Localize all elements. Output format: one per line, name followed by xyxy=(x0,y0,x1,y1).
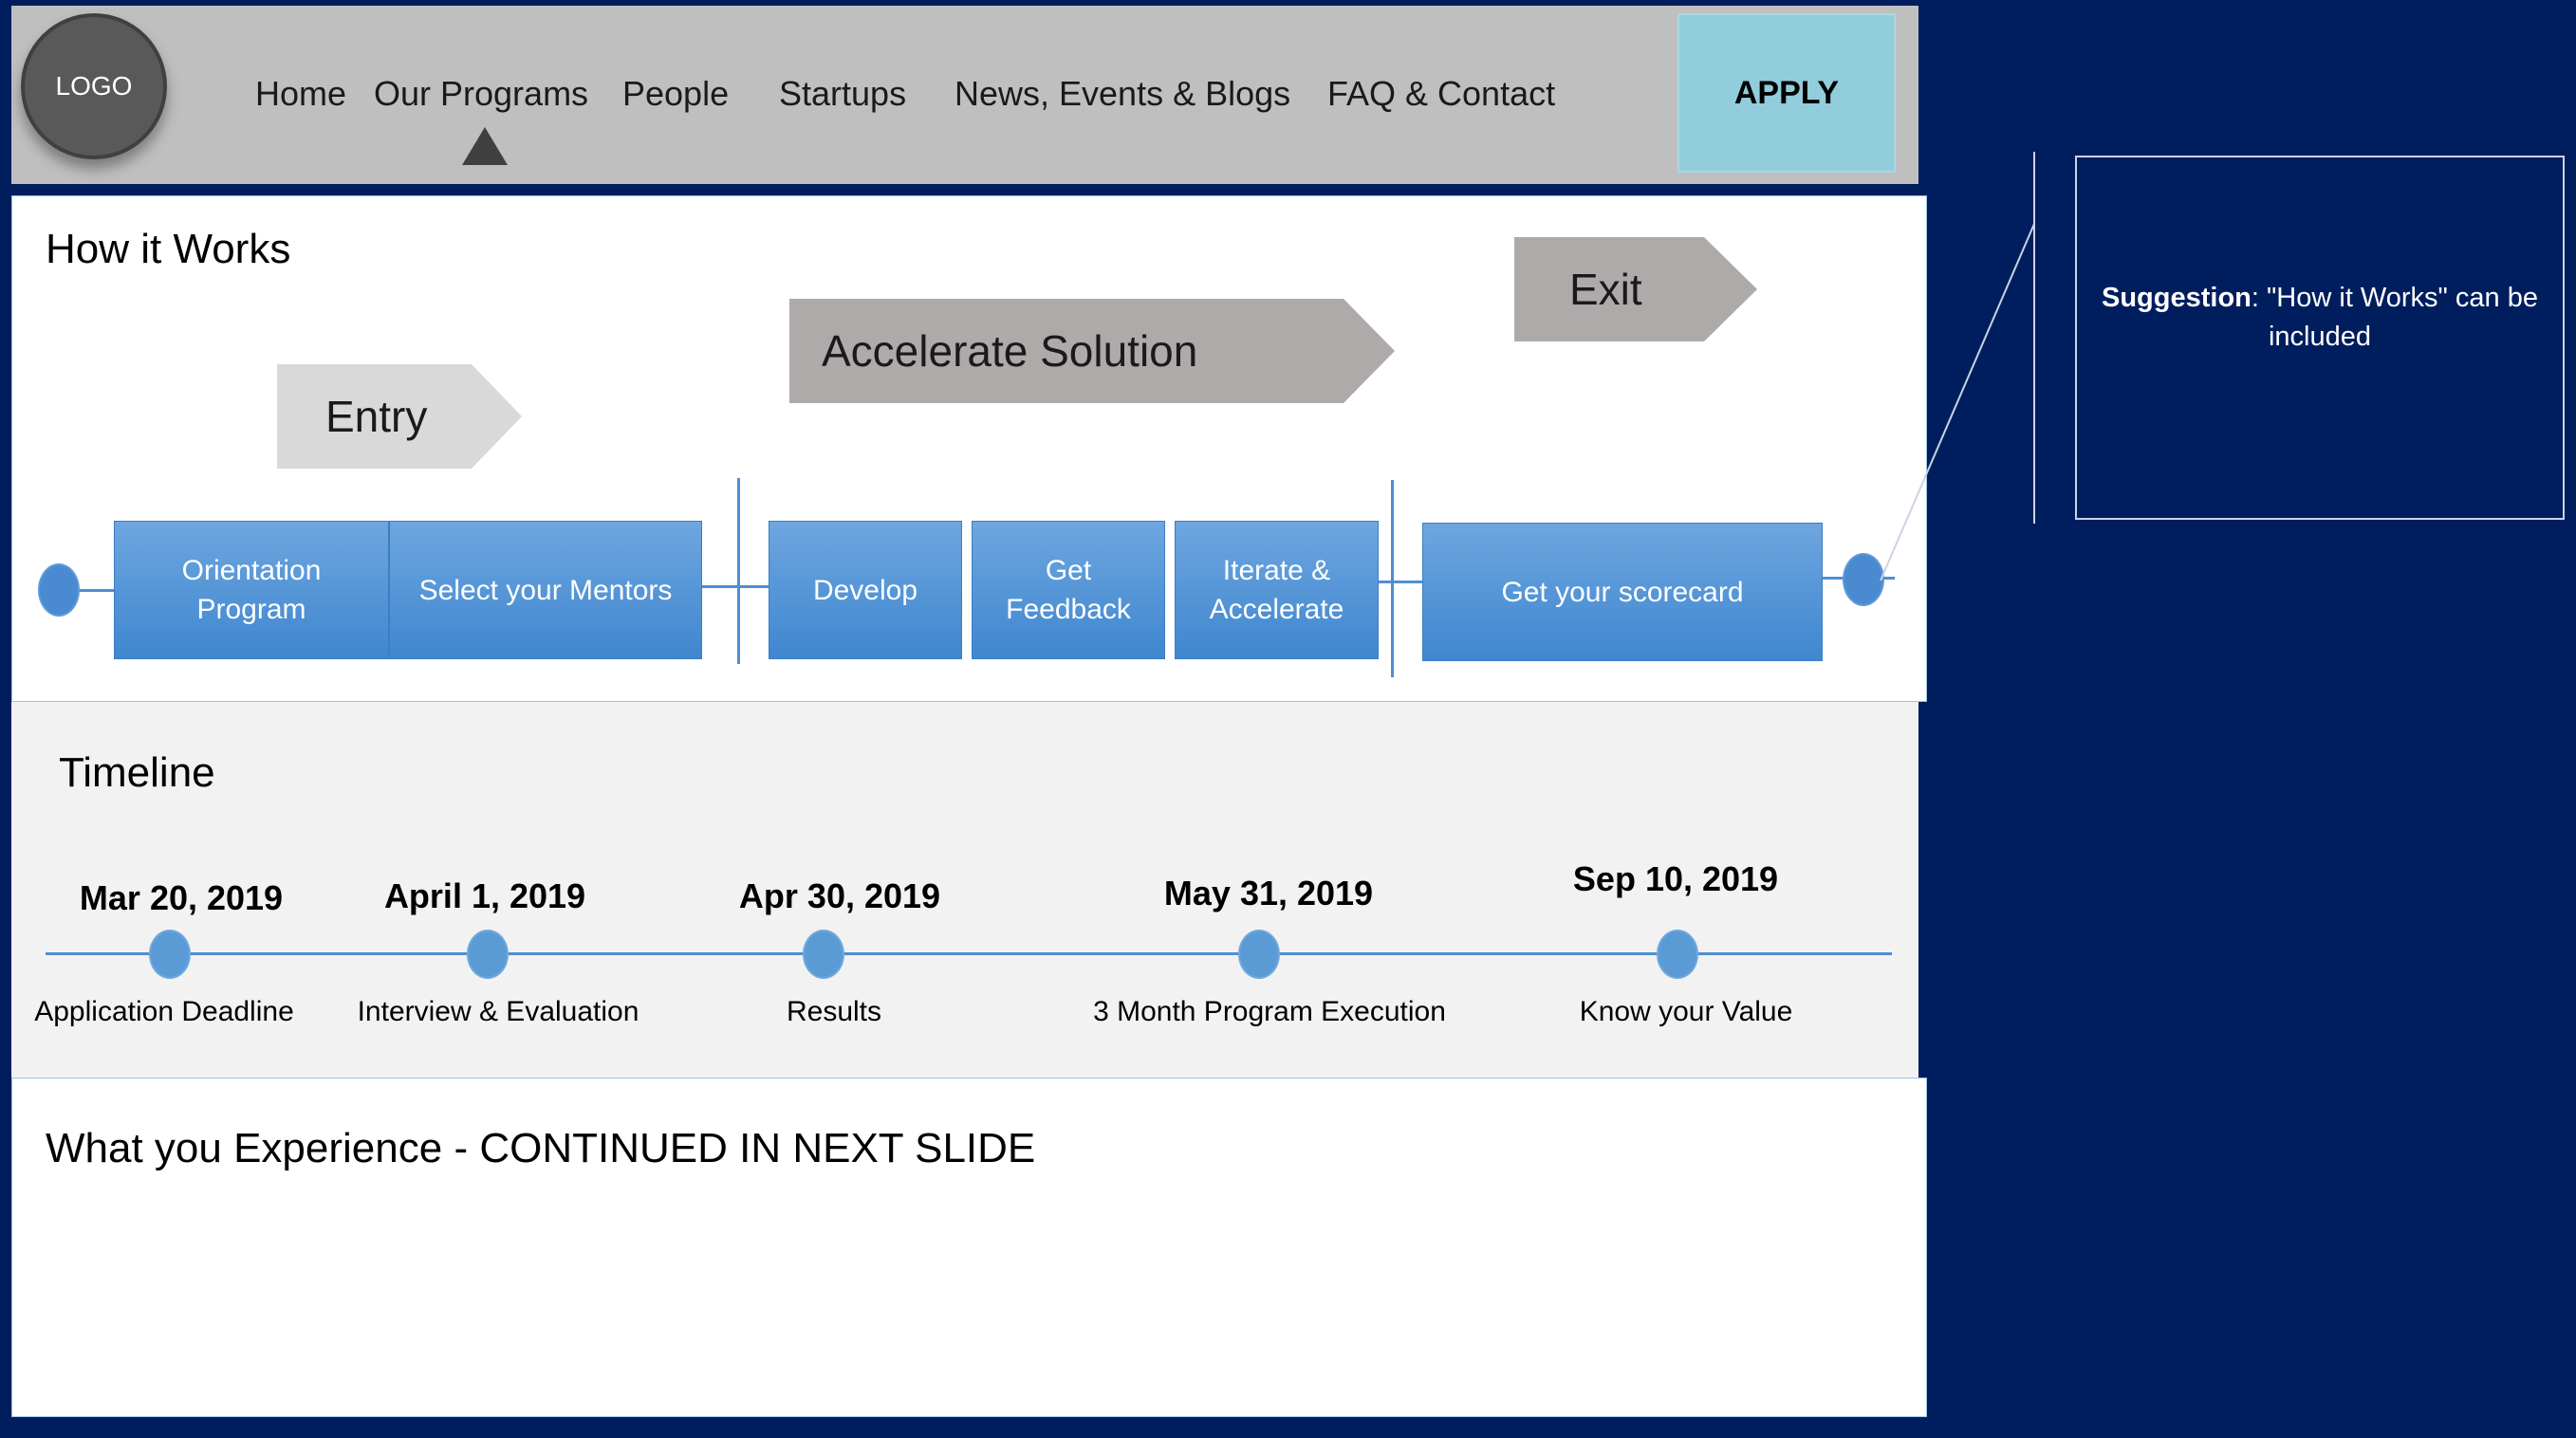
milestone-dot xyxy=(1238,930,1280,979)
exit-phase-label: Exit xyxy=(1569,265,1642,314)
nav-faq-contact[interactable]: FAQ & Contact xyxy=(1327,74,1555,114)
milestone-date: Apr 30, 2019 xyxy=(738,876,941,915)
phase-divider xyxy=(737,478,740,664)
timeline-axis-line xyxy=(46,952,1892,955)
step-orientation-label-line2: Program xyxy=(196,594,306,625)
step-get-scorecard: Get your scorecard xyxy=(1422,523,1823,661)
milestone-dot xyxy=(803,930,844,979)
step-orientation-program: Orientation Program xyxy=(114,521,389,659)
nav-news-events-blogs[interactable]: News, Events & Blogs xyxy=(954,74,1290,114)
step-develop-label: Develop xyxy=(812,574,918,606)
milestone-label: Application Deadline xyxy=(34,996,294,1027)
nav-home[interactable]: Home xyxy=(255,74,346,114)
suggestion-bold-label: Suggestion xyxy=(2102,283,2252,313)
step-scorecard-label: Get your scorecard xyxy=(1501,576,1744,608)
nav-people[interactable]: People xyxy=(622,74,729,114)
milestone-date: April 1, 2019 xyxy=(383,876,586,915)
milestone-label: Results xyxy=(786,996,882,1027)
apply-button[interactable]: APPLY xyxy=(1677,13,1896,173)
step-feedback-label-line1: Get xyxy=(1045,555,1092,586)
entry-phase-label: Entry xyxy=(325,392,428,441)
milestone-label: 3 Month Program Execution xyxy=(1093,996,1446,1027)
how-it-works-title: How it Works xyxy=(46,226,291,272)
suggestion-callout: Suggestion: "How it Works" can be includ… xyxy=(2075,156,2565,520)
nav-our-programs[interactable]: Our Programs xyxy=(374,74,588,114)
suggestion-text: : "How it Works" can be included xyxy=(2251,283,2538,352)
step-feedback-label-line2: Feedback xyxy=(1006,594,1131,625)
nav-startups[interactable]: Startups xyxy=(779,74,906,114)
step-develop: Develop xyxy=(769,521,962,659)
process-start-dot xyxy=(38,563,80,617)
step-iterate-label-line2: Accelerate xyxy=(1209,594,1344,625)
timeline-title: Timeline xyxy=(59,749,215,796)
accelerate-phase-label: Accelerate Solution xyxy=(822,326,1198,376)
step-orientation-label-line1: Orientation xyxy=(181,555,322,586)
logo[interactable]: LOGO xyxy=(21,13,167,159)
step-iterate-accelerate: Iterate & Accelerate xyxy=(1175,521,1379,659)
step-iterate-label-line1: Iterate & xyxy=(1222,555,1331,586)
step-select-mentors: Select your Mentors xyxy=(389,521,702,659)
milestone-label: Interview & Evaluation xyxy=(357,996,639,1027)
phase-divider xyxy=(1391,480,1394,677)
milestone-label: Know your Value xyxy=(1579,996,1793,1027)
milestone-date: May 31, 2019 xyxy=(1163,874,1374,913)
milestone-date: Mar 20, 2019 xyxy=(79,878,284,917)
milestone-date: Sep 10, 2019 xyxy=(1572,859,1779,898)
process-connector xyxy=(702,585,769,588)
active-nav-indicator-icon xyxy=(462,127,508,165)
annotation-callout-line xyxy=(1880,223,2035,581)
milestone-dot xyxy=(467,930,509,979)
experience-title: What you Experience - CONTINUED IN NEXT … xyxy=(46,1125,1036,1171)
milestone-dot xyxy=(149,930,191,979)
step-select-mentors-label: Select your Mentors xyxy=(418,574,673,606)
process-connector xyxy=(1379,581,1422,583)
step-get-feedback: Get Feedback xyxy=(972,521,1165,659)
milestone-dot xyxy=(1657,930,1698,979)
